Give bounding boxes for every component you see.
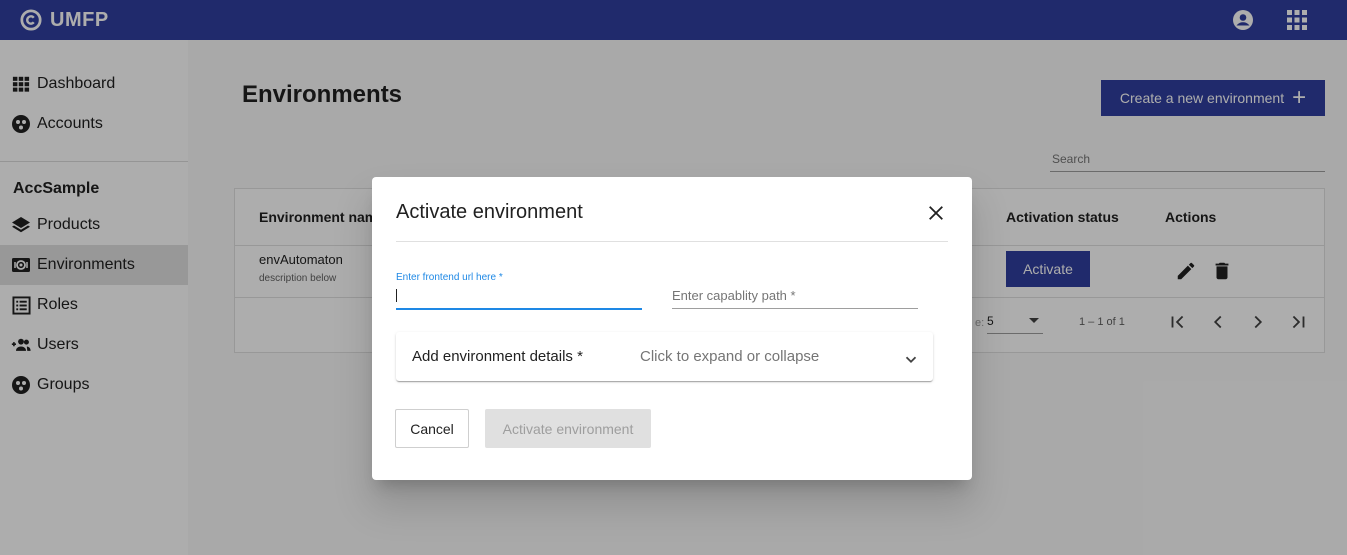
chevron-down-icon: [905, 356, 917, 363]
expander-description: Click to expand or collapse: [640, 348, 820, 365]
text-cursor: [396, 289, 397, 302]
frontend-url-field[interactable]: Enter frontend url here *: [396, 272, 642, 310]
capability-path-field[interactable]: Enter capablity path *: [672, 285, 918, 309]
close-icon[interactable]: [925, 202, 947, 224]
dialog-divider: [396, 241, 948, 242]
dialog-title: Activate environment: [396, 201, 583, 223]
expander-title: Add environment details *: [412, 348, 583, 365]
frontend-url-label: Enter frontend url here *: [396, 272, 503, 283]
cancel-button[interactable]: Cancel: [395, 409, 469, 448]
activate-environment-dialog: Activate environment Enter frontend url …: [372, 177, 972, 480]
environment-details-expander[interactable]: Add environment details * Click to expan…: [396, 332, 933, 381]
activate-environment-button[interactable]: Activate environment: [485, 409, 651, 448]
